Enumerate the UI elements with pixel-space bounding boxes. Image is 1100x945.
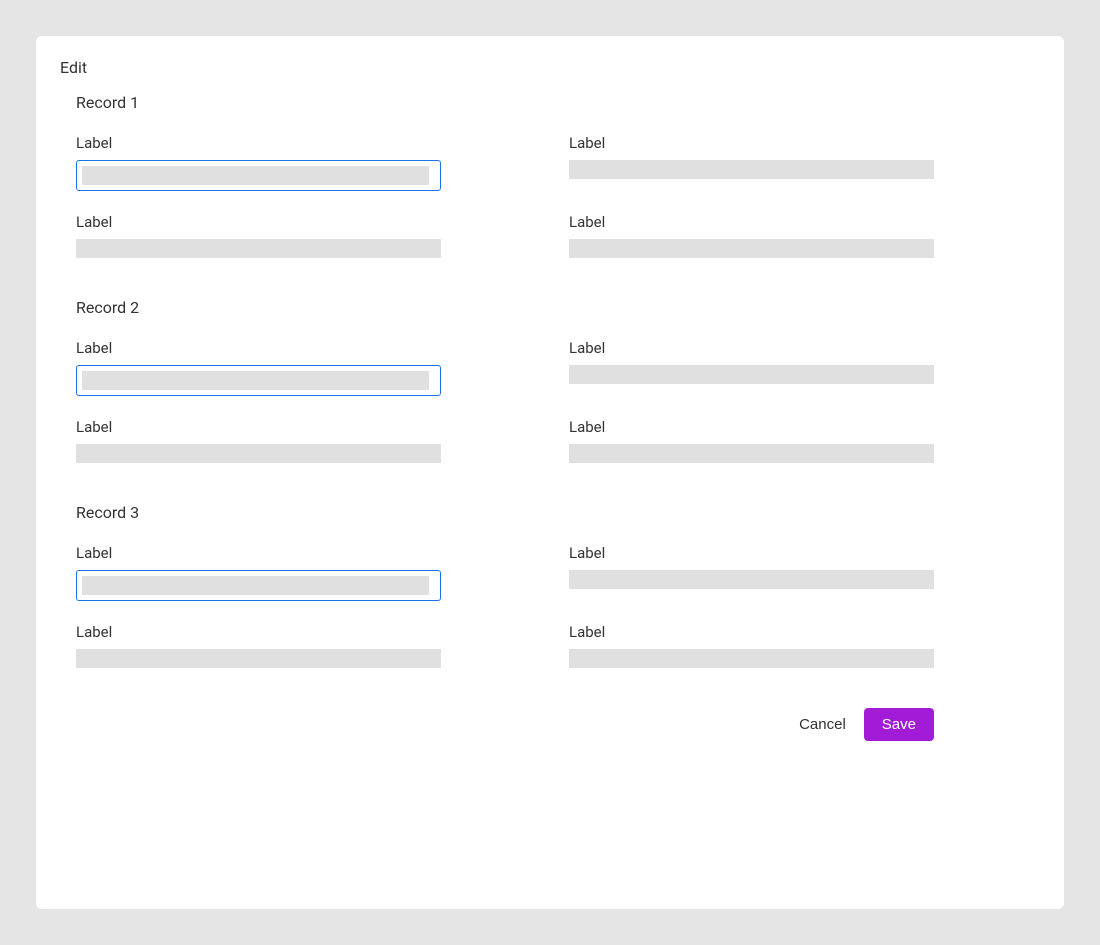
field-label: Label (569, 418, 934, 436)
record-2-field-4: Label (569, 418, 934, 463)
input-placeholder-bar (569, 444, 934, 463)
text-input[interactable] (569, 444, 934, 463)
field-label: Label (76, 544, 441, 562)
field-grid: Label Label Label Label (76, 544, 934, 668)
field-label: Label (76, 418, 441, 436)
text-input[interactable] (76, 239, 441, 258)
input-placeholder-bar (76, 649, 441, 668)
input-placeholder-bar (569, 160, 934, 179)
input-placeholder-bar (76, 239, 441, 258)
text-input[interactable] (569, 570, 934, 589)
record-1-field-4: Label (569, 213, 934, 258)
record-2-field-1: Label (76, 339, 441, 396)
text-input[interactable] (76, 570, 441, 601)
edit-card: Edit Record 1 Label Label Label Labe (36, 36, 1064, 909)
input-placeholder-bar (569, 239, 934, 258)
field-label: Label (76, 134, 441, 152)
input-placeholder-bar (76, 444, 441, 463)
record-2-field-3: Label (76, 418, 441, 463)
field-grid: Label Label Label Label (76, 339, 934, 463)
text-input[interactable] (569, 649, 934, 668)
input-placeholder-bar (82, 371, 429, 390)
record-title: Record 1 (76, 93, 934, 112)
input-placeholder-bar (82, 166, 429, 185)
field-label: Label (76, 213, 441, 231)
record-2: Record 2 Label Label Label Label (76, 298, 934, 463)
input-placeholder-bar (569, 649, 934, 668)
save-button[interactable]: Save (864, 708, 934, 741)
record-title: Record 2 (76, 298, 934, 317)
record-1-field-2: Label (569, 134, 934, 191)
page-title: Edit (60, 58, 1040, 77)
text-input[interactable] (569, 239, 934, 258)
record-1-field-3: Label (76, 213, 441, 258)
field-label: Label (569, 134, 934, 152)
cancel-button[interactable]: Cancel (799, 708, 846, 741)
input-placeholder-bar (569, 365, 934, 384)
record-3-field-3: Label (76, 623, 441, 668)
text-input[interactable] (569, 160, 934, 179)
text-input[interactable] (569, 365, 934, 384)
field-label: Label (76, 339, 441, 357)
record-title: Record 3 (76, 503, 934, 522)
form-actions: Cancel Save (60, 708, 1040, 741)
record-3-field-1: Label (76, 544, 441, 601)
record-1-field-1: Label (76, 134, 441, 191)
record-1: Record 1 Label Label Label Label (76, 93, 934, 258)
record-3-field-4: Label (569, 623, 934, 668)
text-input[interactable] (76, 444, 441, 463)
record-3: Record 3 Label Label Label Label (76, 503, 934, 668)
field-grid: Label Label Label Label (76, 134, 934, 258)
field-label: Label (569, 623, 934, 641)
input-placeholder-bar (82, 576, 429, 595)
field-label: Label (569, 544, 934, 562)
input-placeholder-bar (569, 570, 934, 589)
records-container: Record 1 Label Label Label Label (60, 93, 1040, 668)
field-label: Label (569, 213, 934, 231)
field-label: Label (569, 339, 934, 357)
text-input[interactable] (76, 160, 441, 191)
record-2-field-2: Label (569, 339, 934, 396)
text-input[interactable] (76, 365, 441, 396)
field-label: Label (76, 623, 441, 641)
record-3-field-2: Label (569, 544, 934, 601)
text-input[interactable] (76, 649, 441, 668)
